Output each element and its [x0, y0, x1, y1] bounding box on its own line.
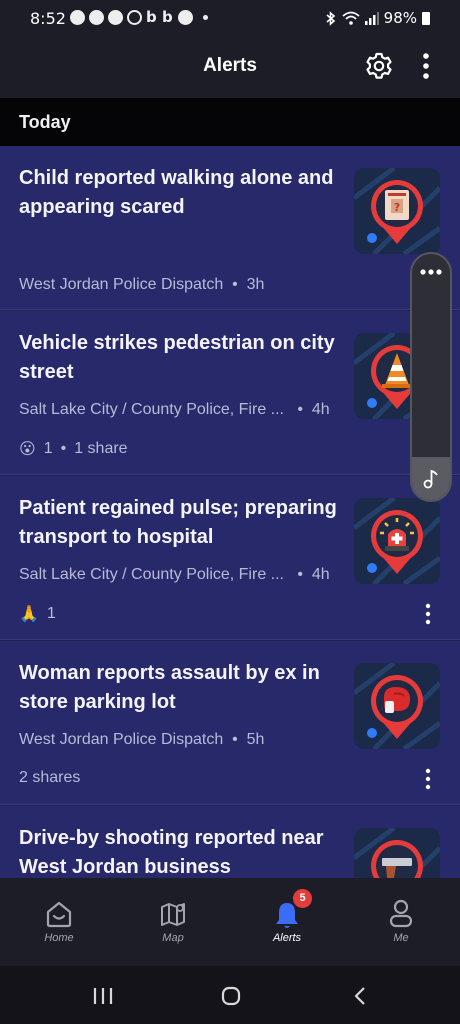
nav-label: Me — [393, 932, 409, 944]
handgun-icon — [354, 828, 440, 878]
nav-label: Home — [44, 932, 74, 944]
separator-dot: • — [227, 276, 243, 293]
settings-gear-icon[interactable] — [364, 51, 394, 81]
more-options-icon[interactable] — [414, 51, 438, 81]
headline-icon — [70, 10, 85, 25]
panel-handle[interactable] — [412, 457, 450, 500]
alert-thumbnail — [354, 663, 440, 749]
panel-more-icon[interactable] — [419, 268, 443, 276]
card-more-icon[interactable] — [418, 602, 438, 626]
alert-title: Woman reports assault by ex in store par… — [19, 662, 320, 713]
signal-icon — [364, 11, 379, 25]
section-header-today: Today — [0, 98, 460, 146]
alert-engagement: 2 shares — [19, 769, 80, 787]
separator-dot: • — [288, 566, 308, 583]
floating-side-panel[interactable] — [410, 252, 452, 502]
b-icon: b — [162, 8, 173, 26]
reaction-emoji[interactable]: 🙏 — [19, 604, 39, 624]
back-icon[interactable] — [350, 986, 370, 1006]
b-icon: b — [146, 8, 157, 26]
alert-time: 4h — [311, 401, 330, 418]
separator-dot: • — [288, 401, 308, 418]
boxing-glove-icon — [354, 663, 440, 749]
reaction-count: 1 — [43, 440, 53, 457]
alert-source: West Jordan Police Dispatch — [19, 731, 224, 748]
emergency-siren-icon — [354, 498, 440, 584]
wifi-icon — [342, 11, 360, 25]
section-label: Today — [19, 112, 71, 132]
alert-time: 5h — [246, 731, 265, 748]
home-button-icon[interactable] — [220, 985, 242, 1007]
bluetooth-icon — [326, 10, 335, 26]
bottom-navigation: Home Map 5 Alerts Me — [0, 878, 460, 966]
battery-icon — [422, 11, 430, 25]
alert-title: Patient regained pulse; preparing transp… — [19, 497, 337, 548]
recent-apps-icon[interactable] — [92, 986, 114, 1006]
alert-thumbnail: ? — [354, 168, 440, 254]
alert-source-line: West Jordan Police Dispatch • 3h — [19, 276, 264, 294]
reaction-emoji[interactable]: 😮 — [19, 439, 36, 459]
notification-icons: b b — [70, 10, 208, 25]
home-icon — [46, 901, 72, 928]
system-navigation-bar — [0, 966, 460, 1024]
nextdoor-icon — [89, 10, 104, 25]
card-more-icon[interactable] — [418, 767, 438, 791]
more-notifications-dot — [203, 15, 208, 20]
app-header: Alerts — [0, 38, 460, 98]
alert-engagement: 🙏 1 — [19, 604, 56, 624]
map-icon — [161, 903, 185, 926]
nav-item-alerts[interactable]: 5 Alerts — [247, 889, 327, 958]
alert-source: Salt Lake City / County Police, Fire ... — [19, 401, 284, 418]
share-count[interactable]: 1 share — [74, 440, 127, 458]
alert-title: Drive-by shooting reported near West Jor… — [19, 827, 324, 878]
nav-label: Alerts — [272, 932, 302, 944]
alerts-feed[interactable]: Child reported walking alone and appeari… — [0, 146, 460, 878]
separator-dot: • — [60, 440, 67, 457]
alert-time: 4h — [311, 566, 330, 583]
separator-dot: • — [227, 731, 243, 748]
alert-engagement: 😮 1 • 1 share — [19, 439, 128, 459]
alert-source-line: West Jordan Police Dispatch • 5h — [19, 731, 264, 749]
status-time: 8:52 — [30, 9, 66, 28]
share-count[interactable]: 2 shares — [19, 769, 80, 787]
nav-label: Map — [162, 932, 184, 944]
alert-source: West Jordan Police Dispatch — [19, 276, 224, 293]
alert-title: Child reported walking alone and appeari… — [19, 167, 334, 218]
alert-card[interactable]: Drive-by shooting reported near West Jor… — [0, 806, 460, 878]
alert-time: 3h — [246, 276, 265, 293]
alert-source: Salt Lake City / County Police, Fire ... — [19, 566, 284, 583]
alert-source-line: Salt Lake City / County Police, Fire ...… — [19, 566, 330, 584]
alert-card[interactable]: Patient regained pulse; preparing transp… — [0, 476, 460, 640]
alert-thumbnail — [354, 498, 440, 584]
alert-thumbnail — [354, 828, 440, 878]
reaction-count: 1 — [46, 605, 56, 622]
ring-icon — [127, 10, 142, 25]
nextdoor-icon — [108, 10, 123, 25]
system-status: 98% — [325, 9, 430, 27]
alerts-badge: 5 — [293, 889, 312, 908]
svg-text:?: ? — [394, 201, 400, 214]
nav-item-me[interactable]: Me — [361, 896, 441, 958]
alert-card[interactable]: Woman reports assault by ex in store par… — [0, 641, 460, 805]
alert-card[interactable]: Vehicle strikes pedestrian on city stree… — [0, 311, 460, 475]
status-bar: 8:52 b b 98% — [0, 0, 460, 38]
news-icon — [178, 10, 193, 25]
nav-item-home[interactable]: Home — [19, 896, 99, 958]
nav-item-map[interactable]: Map — [133, 896, 213, 958]
person-icon — [389, 899, 413, 928]
alert-title: Vehicle strikes pedestrian on city stree… — [19, 332, 335, 383]
missing-child-icon: ? — [354, 168, 440, 254]
battery-level: 98% — [383, 9, 417, 27]
alert-card[interactable]: Child reported walking alone and appeari… — [0, 146, 460, 310]
alert-source-line: Salt Lake City / County Police, Fire ...… — [19, 401, 330, 419]
music-note-icon — [423, 469, 438, 489]
